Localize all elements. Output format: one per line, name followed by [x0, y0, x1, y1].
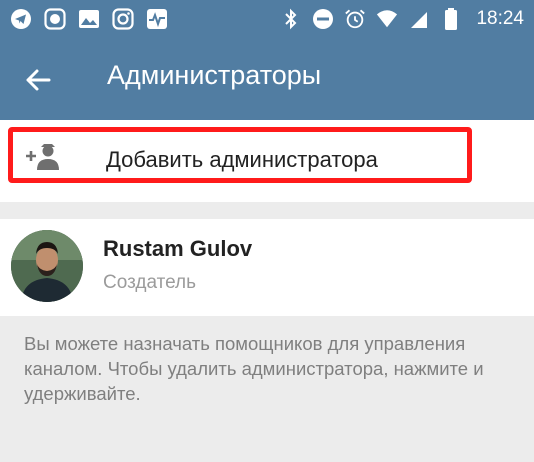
gallery-icon [78, 8, 100, 30]
status-bar-time: 18:24 [476, 8, 524, 29]
back-button[interactable] [20, 62, 56, 98]
info-text: Вы можете назначать помощников для управ… [24, 333, 484, 404]
bluetooth-icon [280, 8, 302, 30]
add-person-icon [25, 142, 61, 172]
add-admin-label: Добавить администратора [106, 147, 378, 172]
mi-icon [44, 8, 66, 30]
telegram-icon [10, 8, 32, 30]
arrow-back-icon [26, 69, 51, 91]
admin-list-item[interactable]: Rustam Gulov Создатель [0, 219, 534, 316]
page-title: Администраторы [107, 60, 322, 90]
admin-name: Rustam Gulov [103, 236, 253, 261]
battery-icon [440, 8, 462, 30]
dnd-icon [312, 8, 334, 30]
status-bar: 18:24 [0, 0, 534, 38]
activity-icon [146, 8, 168, 30]
status-bar-left-icons [10, 7, 168, 31]
avatar [11, 230, 83, 302]
alarm-icon [344, 8, 366, 30]
signal-icon [408, 8, 430, 30]
status-bar-right-icons: 18:24 [280, 6, 524, 32]
admin-role: Создатель [103, 272, 197, 293]
instagram-icon [112, 8, 134, 30]
wifi-icon [376, 8, 398, 30]
section-divider [0, 202, 534, 219]
app-bar: Администраторы [0, 38, 534, 120]
add-admin-row[interactable]: Добавить администратора [0, 120, 534, 202]
